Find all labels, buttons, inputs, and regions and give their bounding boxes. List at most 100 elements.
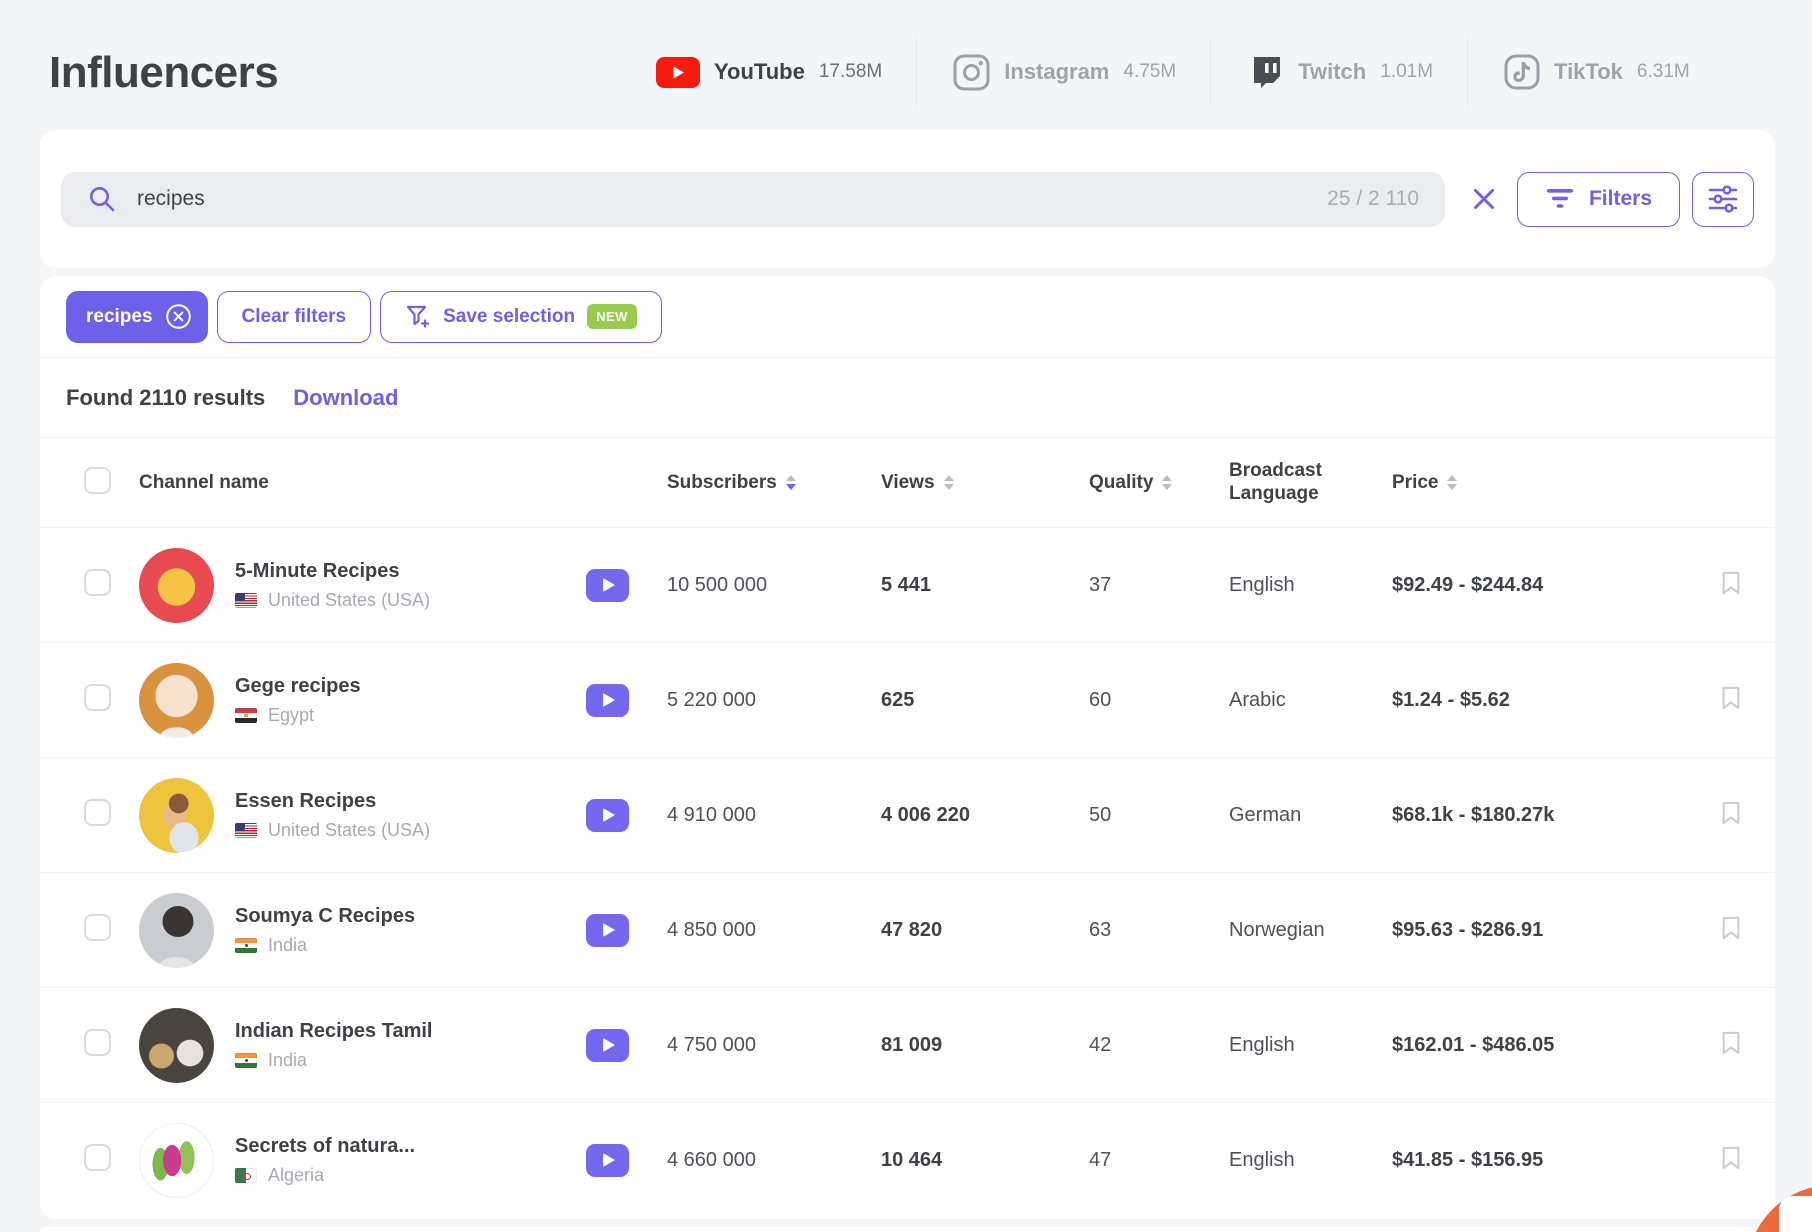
country-flag-icon: [235, 1052, 257, 1068]
channel-avatar[interactable]: [139, 777, 214, 853]
sort-icon[interactable]: [1162, 475, 1173, 490]
download-link[interactable]: Download: [293, 385, 398, 411]
table-row: Secrets of natura... Algeria 4 660 000 1…: [40, 1102, 1775, 1217]
quality-value: 47: [1089, 1148, 1112, 1171]
tab-tiktok[interactable]: TikTok 6.31M: [1467, 38, 1724, 106]
language-value: English: [1229, 1033, 1295, 1056]
sort-icon[interactable]: [785, 475, 796, 490]
channel-avatar[interactable]: [139, 892, 214, 968]
header-price[interactable]: Price: [1392, 472, 1720, 494]
clear-filters-button[interactable]: Clear filters: [216, 290, 372, 343]
search-input[interactable]: [137, 187, 1308, 211]
sort-icon[interactable]: [1447, 475, 1458, 490]
quality-value: 60: [1089, 688, 1112, 711]
influencers-page: Influencers YouTube 17.58M Instagram 4.7…: [0, 0, 1812, 1232]
bookmark-icon[interactable]: [1720, 1145, 1742, 1171]
select-all-checkbox[interactable]: [84, 466, 111, 494]
country-flag-icon: [235, 822, 257, 838]
country-name: Egypt: [268, 704, 315, 725]
subscribers-value: 10 500 000: [667, 573, 768, 596]
tab-count: 4.75M: [1123, 61, 1177, 82]
sort-icon[interactable]: [943, 475, 954, 490]
filter-chip-recipes[interactable]: recipes: [66, 290, 208, 343]
search-bar-card: 25 / 2 110 Filters: [40, 130, 1775, 268]
header-channel-name: Channel name: [139, 471, 269, 493]
clear-search-button[interactable]: [1459, 174, 1509, 224]
row-checkbox[interactable]: [84, 799, 111, 826]
channel-name[interactable]: Essen Recipes: [235, 790, 430, 813]
table-header-row: Channel name Subscribers Views Quality B…: [40, 437, 1775, 527]
country-flag-icon: [235, 707, 257, 723]
views-value: 47 820: [881, 918, 943, 941]
tab-label: TikTok: [1554, 59, 1623, 84]
country-name: Algeria: [268, 1164, 325, 1185]
bookmark-icon[interactable]: [1720, 1030, 1742, 1056]
filter-settings-button[interactable]: [1692, 171, 1754, 227]
country-flag-icon: [235, 1167, 257, 1183]
channel-avatar[interactable]: [139, 662, 214, 738]
active-filters-row: recipes Clear filters Save selection NEW: [40, 276, 1775, 357]
header-subscribers[interactable]: Subscribers: [667, 472, 881, 494]
filter-bars-icon: [1546, 189, 1573, 208]
results-card: recipes Clear filters Save selection NEW…: [40, 276, 1775, 1219]
tab-twitch[interactable]: Twitch 1.01M: [1210, 38, 1467, 106]
channel-name[interactable]: Secrets of natura...: [235, 1135, 415, 1158]
search-icon: [90, 187, 115, 212]
channel-country: Algeria: [235, 1165, 415, 1186]
youtube-play-button[interactable]: [586, 568, 629, 602]
filters-button-label: Filters: [1588, 187, 1653, 210]
quality-value: 42: [1089, 1033, 1112, 1056]
row-checkbox[interactable]: [84, 569, 111, 596]
channel-name[interactable]: Soumya C Recipes: [235, 905, 415, 928]
channel-country: Egypt: [235, 705, 361, 726]
youtube-play-button[interactable]: [586, 1143, 629, 1177]
platform-tabs: YouTube 17.58M Instagram 4.75M Twitch 1.…: [640, 38, 1724, 106]
bookmark-icon[interactable]: [1720, 800, 1742, 826]
tab-label: Instagram: [1004, 59, 1110, 84]
instagram-icon: [953, 54, 990, 90]
subscribers-value: 4 750 000: [667, 1033, 756, 1056]
row-checkbox[interactable]: [84, 1144, 111, 1171]
tiktok-icon: [1504, 54, 1540, 90]
header-quality[interactable]: Quality: [1089, 472, 1229, 494]
price-value: $1.24 - $5.62: [1392, 688, 1510, 711]
channel-avatar[interactable]: [139, 1122, 214, 1198]
channel-name[interactable]: Gege recipes: [235, 675, 361, 698]
tab-youtube[interactable]: YouTube 17.58M: [640, 38, 916, 106]
channel-avatar[interactable]: [139, 1007, 214, 1083]
tab-instagram[interactable]: Instagram 4.75M: [916, 38, 1210, 106]
header-views[interactable]: Views: [881, 472, 1089, 494]
youtube-play-button[interactable]: [586, 683, 629, 717]
row-checkbox[interactable]: [84, 1029, 111, 1056]
subscribers-value: 4 660 000: [667, 1148, 756, 1171]
views-value: 10 464: [881, 1148, 943, 1171]
remove-chip-icon[interactable]: [165, 303, 192, 330]
channel-name[interactable]: Indian Recipes Tamil: [235, 1020, 432, 1043]
bookmark-icon[interactable]: [1720, 915, 1742, 941]
youtube-play-button[interactable]: [586, 1028, 629, 1062]
filters-button[interactable]: Filters: [1517, 171, 1680, 227]
bookmark-icon[interactable]: [1720, 685, 1742, 711]
country-flag-icon: [235, 592, 257, 608]
funnel-plus-icon: [406, 305, 430, 328]
channel-name[interactable]: 5-Minute Recipes: [235, 560, 430, 583]
save-selection-button[interactable]: Save selection NEW: [380, 290, 662, 343]
country-name: India: [268, 1049, 308, 1070]
country-flag-icon: [235, 937, 257, 953]
row-checkbox[interactable]: [84, 684, 111, 711]
channel-country: United States (USA): [235, 820, 430, 841]
youtube-play-button[interactable]: [586, 913, 629, 947]
price-value: $41.85 - $156.95: [1392, 1148, 1544, 1171]
subscribers-value: 5 220 000: [667, 688, 756, 711]
language-value: Norwegian: [1229, 918, 1325, 941]
subscribers-value: 4 910 000: [667, 803, 756, 826]
views-value: 81 009: [881, 1033, 943, 1056]
channel-avatar[interactable]: [139, 547, 214, 623]
table-row: Gege recipes Egypt 5 220 000 625 60 Arab…: [40, 642, 1775, 757]
bookmark-icon[interactable]: [1720, 570, 1742, 596]
play-icon: [603, 1153, 615, 1167]
tab-count: 6.31M: [1636, 61, 1690, 82]
youtube-play-button[interactable]: [586, 798, 629, 832]
channel-country: India: [235, 1050, 432, 1071]
row-checkbox[interactable]: [84, 914, 111, 941]
